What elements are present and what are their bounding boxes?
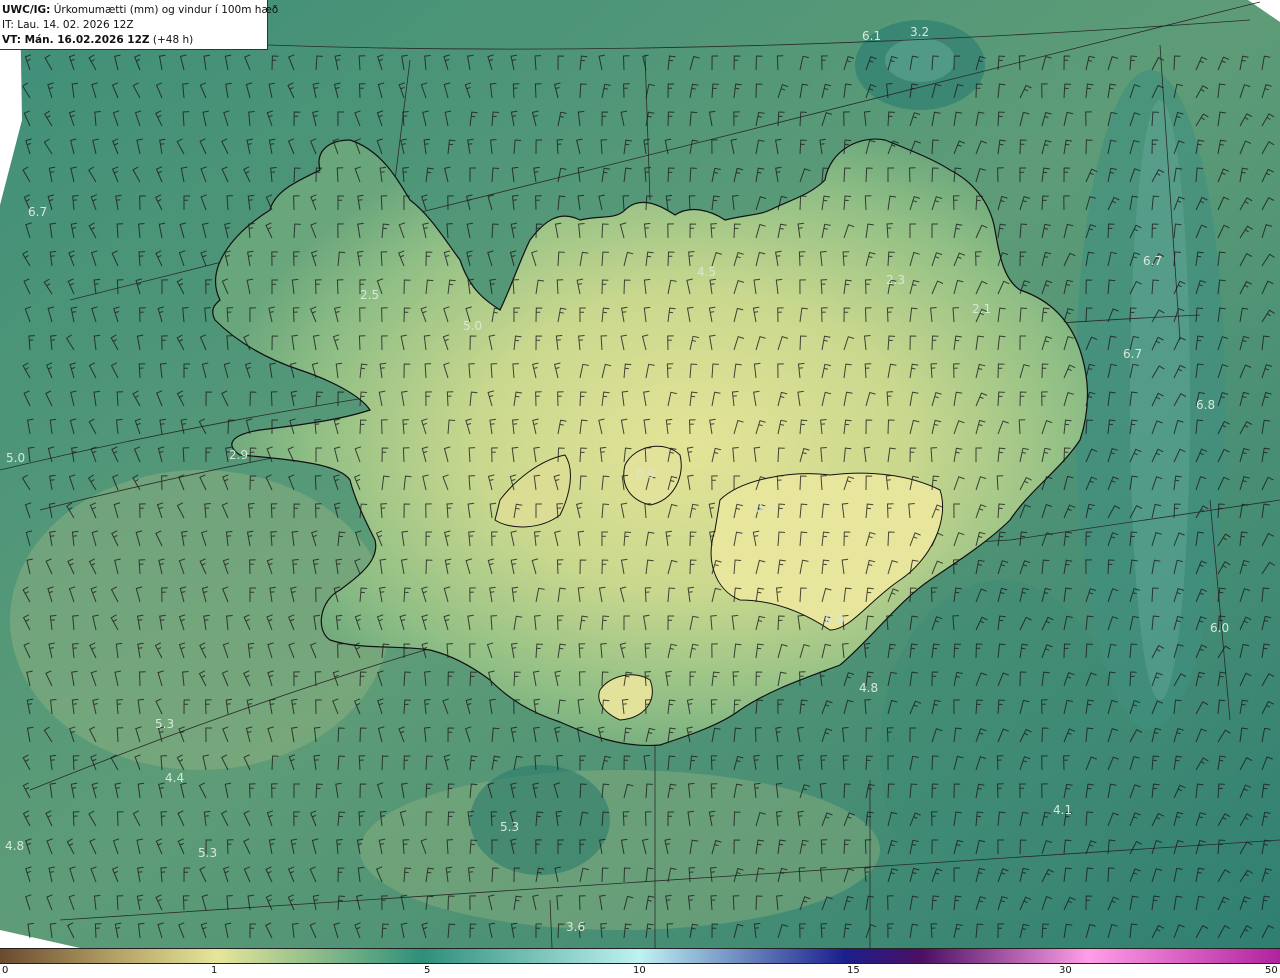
- value-label: 5.3: [155, 717, 174, 731]
- value-label: 3.2: [910, 25, 929, 39]
- valid-time: VT: Mán. 16.02.2026 12Z: [2, 34, 150, 46]
- map-title: Úrkomumætti (mm) og vindur í 100m hæð: [53, 4, 279, 16]
- colorbar-strip: [0, 948, 1280, 964]
- value-label: 3.6: [566, 920, 585, 934]
- value-label: 5.0: [6, 451, 25, 465]
- colorbar-tick: 0: [2, 965, 9, 976]
- value-label: 5.3: [198, 846, 217, 860]
- value-label: 5.0: [463, 319, 482, 333]
- value-label: 0.7: [755, 501, 774, 515]
- value-label: 6.8: [1196, 398, 1215, 412]
- value-label: 2.1: [972, 302, 991, 316]
- value-label: 5.3: [500, 820, 519, 834]
- value-label: 4.4: [165, 771, 184, 785]
- value-label: 6.0: [1210, 621, 1229, 635]
- colorbar-tick: 10: [633, 965, 646, 976]
- map-header: UWC/IG: Úrkomumætti (mm) og vindur í 100…: [0, 0, 278, 50]
- colorbar: 0 1 5 10 15 30 50: [0, 948, 1280, 978]
- forecast-offset: (+48 h): [152, 34, 194, 46]
- map-canvas: 6.1 3.2 6.7 2.5 5.0 4.5 2.3 2.1 6.7 6.7 …: [0, 0, 1280, 948]
- colorbar-tick: 30: [1059, 965, 1072, 976]
- colorbar-tick: 50: [1265, 965, 1278, 976]
- value-label: 4.5: [697, 265, 716, 279]
- value-label: 0.9: [636, 467, 655, 481]
- value-label: 6.7: [28, 205, 47, 219]
- value-label: 4.8: [859, 681, 878, 695]
- value-label: 2.3: [886, 273, 905, 287]
- value-label: 6.7: [1123, 347, 1142, 361]
- weather-map: 6.1 3.2 6.7 2.5 5.0 4.5 2.3 2.1 6.7 6.7 …: [0, 0, 1280, 948]
- colorbar-tick: 1: [211, 965, 218, 976]
- value-label: 4.8: [5, 839, 24, 853]
- value-label: 4.1: [1053, 803, 1072, 817]
- colorbar-tick: 15: [847, 965, 860, 976]
- value-label: 2.9: [229, 448, 248, 462]
- model-label: UWC/IG:: [2, 4, 51, 16]
- value-label: 6.7: [1143, 254, 1162, 268]
- value-label: 2.5: [360, 288, 379, 302]
- valid-time-row: VT: Mán. 16.02.2026 12Z (+48 h): [2, 33, 267, 48]
- value-label: 0.9: [825, 613, 844, 627]
- title-row: UWC/IG: Úrkomumætti (mm) og vindur í 100…: [2, 3, 278, 18]
- value-label: 6.1: [862, 29, 881, 43]
- init-time: IT: Lau. 14. 02. 2026 12Z: [2, 19, 134, 31]
- colorbar-tick: 5: [424, 965, 431, 976]
